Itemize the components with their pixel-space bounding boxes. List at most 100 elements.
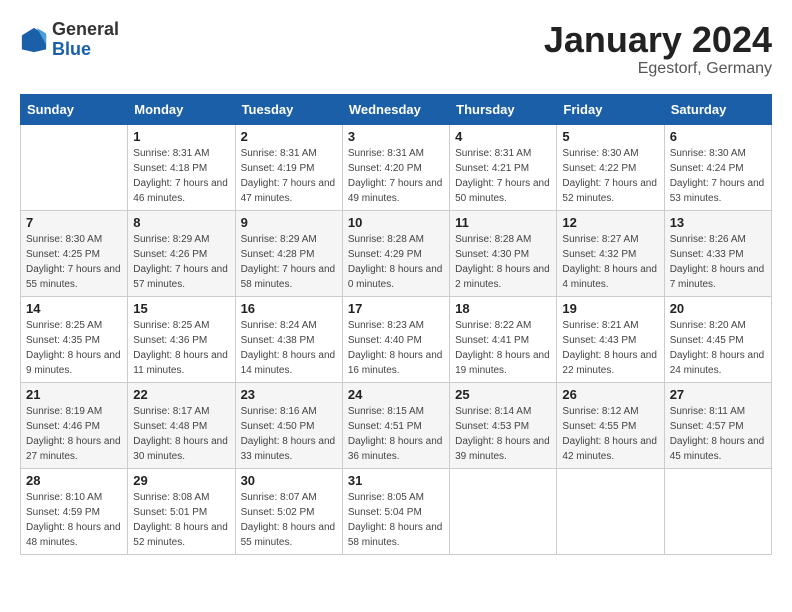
day-number: 22 [133, 387, 229, 402]
daylight-text: Daylight: 8 hours and 48 minutes. [26, 520, 122, 550]
calendar-cell: 7 Sunrise: 8:30 AM Sunset: 4:25 PM Dayli… [21, 210, 128, 296]
sunset-text: Sunset: 4:50 PM [241, 419, 337, 434]
daylight-text: Daylight: 8 hours and 16 minutes. [348, 348, 444, 378]
calendar-cell: 9 Sunrise: 8:29 AM Sunset: 4:28 PM Dayli… [235, 210, 342, 296]
sunrise-text: Sunrise: 8:30 AM [562, 146, 658, 161]
daylight-text: Daylight: 7 hours and 46 minutes. [133, 176, 229, 206]
calendar-cell: 5 Sunrise: 8:30 AM Sunset: 4:22 PM Dayli… [557, 124, 664, 210]
day-number: 8 [133, 215, 229, 230]
sunrise-text: Sunrise: 8:28 AM [455, 232, 551, 247]
day-info: Sunrise: 8:17 AM Sunset: 4:48 PM Dayligh… [133, 404, 229, 464]
day-number: 12 [562, 215, 658, 230]
day-number: 23 [241, 387, 337, 402]
sunset-text: Sunset: 4:22 PM [562, 161, 658, 176]
daylight-text: Daylight: 7 hours and 49 minutes. [348, 176, 444, 206]
sunset-text: Sunset: 4:46 PM [26, 419, 122, 434]
daylight-text: Daylight: 7 hours and 52 minutes. [562, 176, 658, 206]
calendar-week-row: 14 Sunrise: 8:25 AM Sunset: 4:35 PM Dayl… [21, 296, 772, 382]
day-info: Sunrise: 8:28 AM Sunset: 4:29 PM Dayligh… [348, 232, 444, 292]
day-info: Sunrise: 8:08 AM Sunset: 5:01 PM Dayligh… [133, 490, 229, 550]
sunset-text: Sunset: 4:20 PM [348, 161, 444, 176]
day-header-tuesday: Tuesday [235, 94, 342, 124]
daylight-text: Daylight: 8 hours and 2 minutes. [455, 262, 551, 292]
calendar-cell: 6 Sunrise: 8:30 AM Sunset: 4:24 PM Dayli… [664, 124, 771, 210]
sunset-text: Sunset: 4:53 PM [455, 419, 551, 434]
day-info: Sunrise: 8:31 AM Sunset: 4:19 PM Dayligh… [241, 146, 337, 206]
calendar-week-row: 7 Sunrise: 8:30 AM Sunset: 4:25 PM Dayli… [21, 210, 772, 296]
logo-general-text: General [52, 19, 119, 39]
calendar-cell: 26 Sunrise: 8:12 AM Sunset: 4:55 PM Dayl… [557, 382, 664, 468]
sunset-text: Sunset: 5:01 PM [133, 505, 229, 520]
calendar-cell: 23 Sunrise: 8:16 AM Sunset: 4:50 PM Dayl… [235, 382, 342, 468]
day-info: Sunrise: 8:31 AM Sunset: 4:20 PM Dayligh… [348, 146, 444, 206]
day-number: 26 [562, 387, 658, 402]
calendar-cell: 24 Sunrise: 8:15 AM Sunset: 4:51 PM Dayl… [342, 382, 449, 468]
calendar-cell: 14 Sunrise: 8:25 AM Sunset: 4:35 PM Dayl… [21, 296, 128, 382]
day-number: 1 [133, 129, 229, 144]
day-number: 24 [348, 387, 444, 402]
day-info: Sunrise: 8:07 AM Sunset: 5:02 PM Dayligh… [241, 490, 337, 550]
sunrise-text: Sunrise: 8:30 AM [670, 146, 766, 161]
sunrise-text: Sunrise: 8:30 AM [26, 232, 122, 247]
calendar-cell: 25 Sunrise: 8:14 AM Sunset: 4:53 PM Dayl… [450, 382, 557, 468]
daylight-text: Daylight: 8 hours and 24 minutes. [670, 348, 766, 378]
daylight-text: Daylight: 8 hours and 58 minutes. [348, 520, 444, 550]
sunset-text: Sunset: 4:25 PM [26, 247, 122, 262]
calendar-cell [557, 468, 664, 554]
calendar-cell: 15 Sunrise: 8:25 AM Sunset: 4:36 PM Dayl… [128, 296, 235, 382]
day-info: Sunrise: 8:19 AM Sunset: 4:46 PM Dayligh… [26, 404, 122, 464]
day-number: 18 [455, 301, 551, 316]
sunrise-text: Sunrise: 8:31 AM [133, 146, 229, 161]
sunset-text: Sunset: 4:45 PM [670, 333, 766, 348]
sunrise-text: Sunrise: 8:29 AM [133, 232, 229, 247]
day-info: Sunrise: 8:27 AM Sunset: 4:32 PM Dayligh… [562, 232, 658, 292]
calendar-cell: 17 Sunrise: 8:23 AM Sunset: 4:40 PM Dayl… [342, 296, 449, 382]
daylight-text: Daylight: 7 hours and 58 minutes. [241, 262, 337, 292]
sunrise-text: Sunrise: 8:11 AM [670, 404, 766, 419]
title-block: January 2024 Egestorf, Germany [544, 20, 772, 78]
daylight-text: Daylight: 8 hours and 45 minutes. [670, 434, 766, 464]
day-number: 6 [670, 129, 766, 144]
day-info: Sunrise: 8:28 AM Sunset: 4:30 PM Dayligh… [455, 232, 551, 292]
day-number: 16 [241, 301, 337, 316]
daylight-text: Daylight: 7 hours and 50 minutes. [455, 176, 551, 206]
day-info: Sunrise: 8:30 AM Sunset: 4:25 PM Dayligh… [26, 232, 122, 292]
sunset-text: Sunset: 4:55 PM [562, 419, 658, 434]
logo-blue-text: Blue [52, 39, 91, 59]
day-info: Sunrise: 8:29 AM Sunset: 4:26 PM Dayligh… [133, 232, 229, 292]
calendar-cell [664, 468, 771, 554]
day-info: Sunrise: 8:26 AM Sunset: 4:33 PM Dayligh… [670, 232, 766, 292]
day-info: Sunrise: 8:31 AM Sunset: 4:18 PM Dayligh… [133, 146, 229, 206]
day-info: Sunrise: 8:30 AM Sunset: 4:24 PM Dayligh… [670, 146, 766, 206]
sunset-text: Sunset: 4:32 PM [562, 247, 658, 262]
day-header-thursday: Thursday [450, 94, 557, 124]
sunset-text: Sunset: 4:35 PM [26, 333, 122, 348]
calendar-week-row: 21 Sunrise: 8:19 AM Sunset: 4:46 PM Dayl… [21, 382, 772, 468]
sunrise-text: Sunrise: 8:24 AM [241, 318, 337, 333]
sunrise-text: Sunrise: 8:25 AM [26, 318, 122, 333]
sunset-text: Sunset: 4:41 PM [455, 333, 551, 348]
day-info: Sunrise: 8:30 AM Sunset: 4:22 PM Dayligh… [562, 146, 658, 206]
day-header-friday: Friday [557, 94, 664, 124]
day-number: 15 [133, 301, 229, 316]
logo-icon [20, 26, 48, 54]
location-title: Egestorf, Germany [544, 60, 772, 78]
day-info: Sunrise: 8:23 AM Sunset: 4:40 PM Dayligh… [348, 318, 444, 378]
day-info: Sunrise: 8:29 AM Sunset: 4:28 PM Dayligh… [241, 232, 337, 292]
sunrise-text: Sunrise: 8:31 AM [241, 146, 337, 161]
calendar-cell: 27 Sunrise: 8:11 AM Sunset: 4:57 PM Dayl… [664, 382, 771, 468]
sunset-text: Sunset: 4:40 PM [348, 333, 444, 348]
calendar-cell: 8 Sunrise: 8:29 AM Sunset: 4:26 PM Dayli… [128, 210, 235, 296]
day-info: Sunrise: 8:20 AM Sunset: 4:45 PM Dayligh… [670, 318, 766, 378]
sunrise-text: Sunrise: 8:21 AM [562, 318, 658, 333]
sunset-text: Sunset: 4:28 PM [241, 247, 337, 262]
calendar-cell: 2 Sunrise: 8:31 AM Sunset: 4:19 PM Dayli… [235, 124, 342, 210]
sunset-text: Sunset: 4:29 PM [348, 247, 444, 262]
sunset-text: Sunset: 4:43 PM [562, 333, 658, 348]
day-number: 5 [562, 129, 658, 144]
daylight-text: Daylight: 8 hours and 55 minutes. [241, 520, 337, 550]
calendar-cell: 20 Sunrise: 8:20 AM Sunset: 4:45 PM Dayl… [664, 296, 771, 382]
sunrise-text: Sunrise: 8:28 AM [348, 232, 444, 247]
day-info: Sunrise: 8:31 AM Sunset: 4:21 PM Dayligh… [455, 146, 551, 206]
daylight-text: Daylight: 7 hours and 57 minutes. [133, 262, 229, 292]
